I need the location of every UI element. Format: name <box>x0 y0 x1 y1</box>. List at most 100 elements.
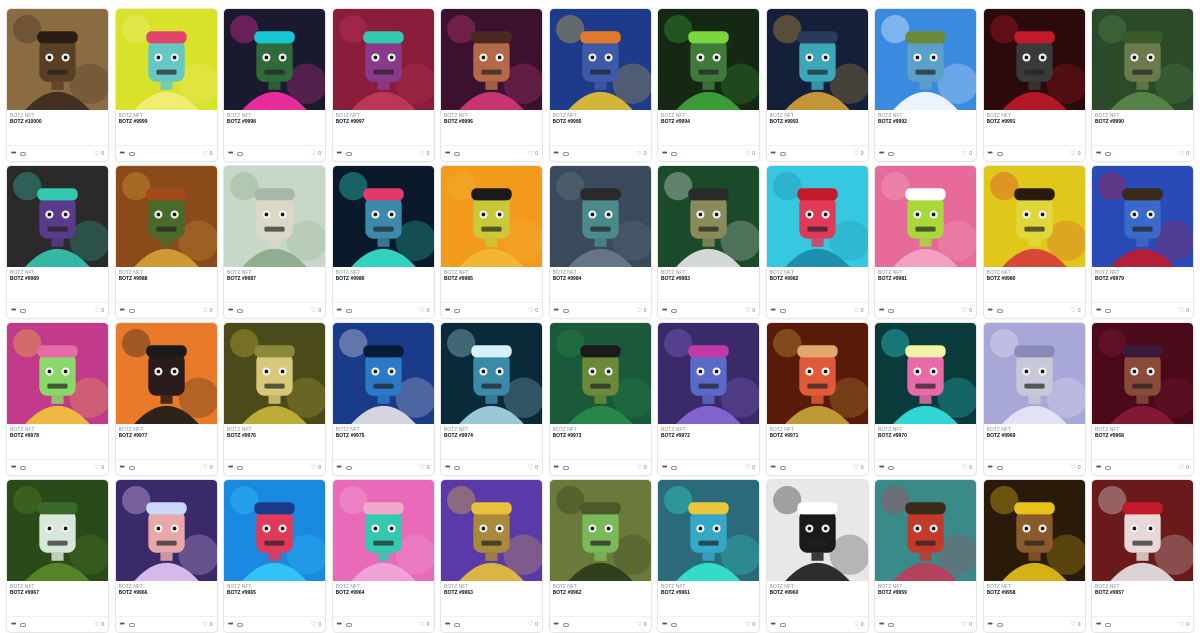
heart-icon[interactable]: ♡ <box>962 308 967 314</box>
more-options-icon[interactable]: ••• <box>11 621 16 628</box>
more-options-icon[interactable]: ••• <box>879 621 884 628</box>
more-options-icon[interactable]: ••• <box>1096 307 1101 314</box>
link-icon[interactable] <box>671 465 678 470</box>
heart-icon[interactable]: ♡ <box>853 151 858 157</box>
favorite-button[interactable]: ♡ 0 <box>311 151 321 157</box>
more-options-icon[interactable]: ••• <box>228 621 233 628</box>
heart-icon[interactable]: ♡ <box>94 151 99 157</box>
heart-icon[interactable]: ♡ <box>94 308 99 314</box>
nft-image[interactable] <box>875 9 976 110</box>
nft-image[interactable] <box>224 323 325 424</box>
nft-card[interactable]: BOTZ NFT BOTZ #9980 ••• ♡ 0 <box>982 165 1086 319</box>
nft-image[interactable] <box>766 480 868 581</box>
more-options-icon[interactable]: ••• <box>554 307 559 314</box>
link-icon[interactable] <box>237 151 244 156</box>
token-name[interactable]: BOTZ #9984 <box>553 276 648 283</box>
token-name[interactable]: BOTZ #9958 <box>987 590 1082 597</box>
link-icon[interactable] <box>1105 308 1112 313</box>
heart-icon[interactable]: ♡ <box>1179 308 1184 314</box>
favorite-button[interactable]: ♡ 0 <box>1179 622 1189 628</box>
heart-icon[interactable]: ♡ <box>419 308 424 314</box>
heart-icon[interactable]: ♡ <box>202 151 207 157</box>
favorite-button[interactable]: ♡ 0 <box>419 308 429 314</box>
link-icon[interactable] <box>562 465 569 470</box>
nft-image[interactable] <box>332 9 434 110</box>
more-options-icon[interactable]: ••• <box>662 307 667 314</box>
heart-icon[interactable]: ♡ <box>419 151 424 157</box>
heart-icon[interactable]: ♡ <box>853 308 858 314</box>
heart-icon[interactable]: ♡ <box>962 151 967 157</box>
more-options-icon[interactable]: ••• <box>445 307 450 314</box>
link-icon[interactable] <box>128 151 135 156</box>
link-icon[interactable] <box>562 308 569 313</box>
nft-image[interactable] <box>332 323 434 424</box>
favorite-button[interactable]: ♡ 0 <box>419 622 429 628</box>
more-options-icon[interactable]: ••• <box>879 464 884 471</box>
favorite-button[interactable]: ♡ 0 <box>1070 622 1080 628</box>
favorite-button[interactable]: ♡ 0 <box>202 465 212 471</box>
link-icon[interactable] <box>20 308 27 313</box>
nft-image[interactable] <box>875 323 976 424</box>
favorite-button[interactable]: ♡ 0 <box>636 308 646 314</box>
more-options-icon[interactable]: ••• <box>879 307 884 314</box>
heart-icon[interactable]: ♡ <box>1070 308 1075 314</box>
more-options-icon[interactable]: ••• <box>337 150 342 157</box>
link-icon[interactable] <box>454 622 461 627</box>
more-options-icon[interactable]: ••• <box>337 464 342 471</box>
link-icon[interactable] <box>779 151 786 156</box>
token-name[interactable]: BOTZ #9957 <box>1095 590 1190 597</box>
nft-card[interactable]: BOTZ NFT BOTZ #9984 ••• ♡ 0 <box>548 165 652 319</box>
more-options-icon[interactable]: ••• <box>988 150 993 157</box>
more-options-icon[interactable]: ••• <box>1096 464 1101 471</box>
nft-card[interactable]: BOTZ NFT BOTZ #9975 ••• ♡ 0 <box>331 322 435 476</box>
more-options-icon[interactable]: ••• <box>554 621 559 628</box>
token-name[interactable]: BOTZ #9980 <box>987 276 1082 283</box>
nft-image[interactable] <box>441 166 542 267</box>
nft-image[interactable] <box>983 9 1085 110</box>
more-options-icon[interactable]: ••• <box>228 464 233 471</box>
token-name[interactable]: BOTZ #9966 <box>119 590 214 597</box>
nft-image[interactable] <box>658 480 759 581</box>
link-icon[interactable] <box>345 622 352 627</box>
nft-image[interactable] <box>549 480 651 581</box>
more-options-icon[interactable]: ••• <box>662 464 667 471</box>
nft-image[interactable] <box>549 9 651 110</box>
more-options-icon[interactable]: ••• <box>554 150 559 157</box>
more-options-icon[interactable]: ••• <box>11 464 16 471</box>
nft-image[interactable] <box>766 166 868 267</box>
nft-card[interactable]: BOTZ NFT BOTZ #9994 ••• ♡ 0 <box>657 8 760 162</box>
link-icon[interactable] <box>888 465 895 470</box>
heart-icon[interactable]: ♡ <box>419 622 424 628</box>
favorite-button[interactable]: ♡ 0 <box>528 151 538 157</box>
heart-icon[interactable]: ♡ <box>745 308 750 314</box>
link-icon[interactable] <box>996 151 1003 156</box>
favorite-button[interactable]: ♡ 0 <box>636 622 646 628</box>
favorite-button[interactable]: ♡ 0 <box>636 465 646 471</box>
nft-card[interactable]: BOTZ NFT BOTZ #9995 ••• ♡ 0 <box>548 8 652 162</box>
favorite-button[interactable]: ♡ 0 <box>94 151 104 157</box>
more-options-icon[interactable]: ••• <box>337 621 342 628</box>
favorite-button[interactable]: ♡ 0 <box>745 151 755 157</box>
link-icon[interactable] <box>996 622 1003 627</box>
nft-card[interactable]: BOTZ NFT BOTZ #9961 ••• ♡ 0 <box>657 479 760 633</box>
nft-image[interactable] <box>875 480 976 581</box>
heart-icon[interactable]: ♡ <box>853 465 858 471</box>
heart-icon[interactable]: ♡ <box>528 151 533 157</box>
favorite-button[interactable]: ♡ 0 <box>853 465 863 471</box>
nft-card[interactable]: BOTZ NFT BOTZ #9990 ••• ♡ 0 <box>1091 8 1194 162</box>
nft-card[interactable]: BOTZ NFT BOTZ #9978 ••• ♡ 0 <box>6 322 109 476</box>
nft-card[interactable]: BOTZ NFT BOTZ #9969 ••• ♡ 0 <box>982 322 1086 476</box>
token-name[interactable]: BOTZ #9999 <box>119 119 214 126</box>
nft-card[interactable]: BOTZ NFT BOTZ #9992 ••• ♡ 0 <box>874 8 977 162</box>
nft-image[interactable] <box>115 480 217 581</box>
more-options-icon[interactable]: ••• <box>228 307 233 314</box>
favorite-button[interactable]: ♡ 0 <box>745 308 755 314</box>
nft-image[interactable] <box>7 323 108 424</box>
nft-image[interactable] <box>658 166 759 267</box>
token-name[interactable]: BOTZ #9964 <box>336 590 431 597</box>
token-name[interactable]: BOTZ #9971 <box>770 433 865 440</box>
more-options-icon[interactable]: ••• <box>771 307 776 314</box>
favorite-button[interactable]: ♡ 0 <box>853 622 863 628</box>
nft-card[interactable]: BOTZ NFT BOTZ #9989 ••• ♡ 0 <box>6 165 109 319</box>
nft-image[interactable] <box>7 166 108 267</box>
